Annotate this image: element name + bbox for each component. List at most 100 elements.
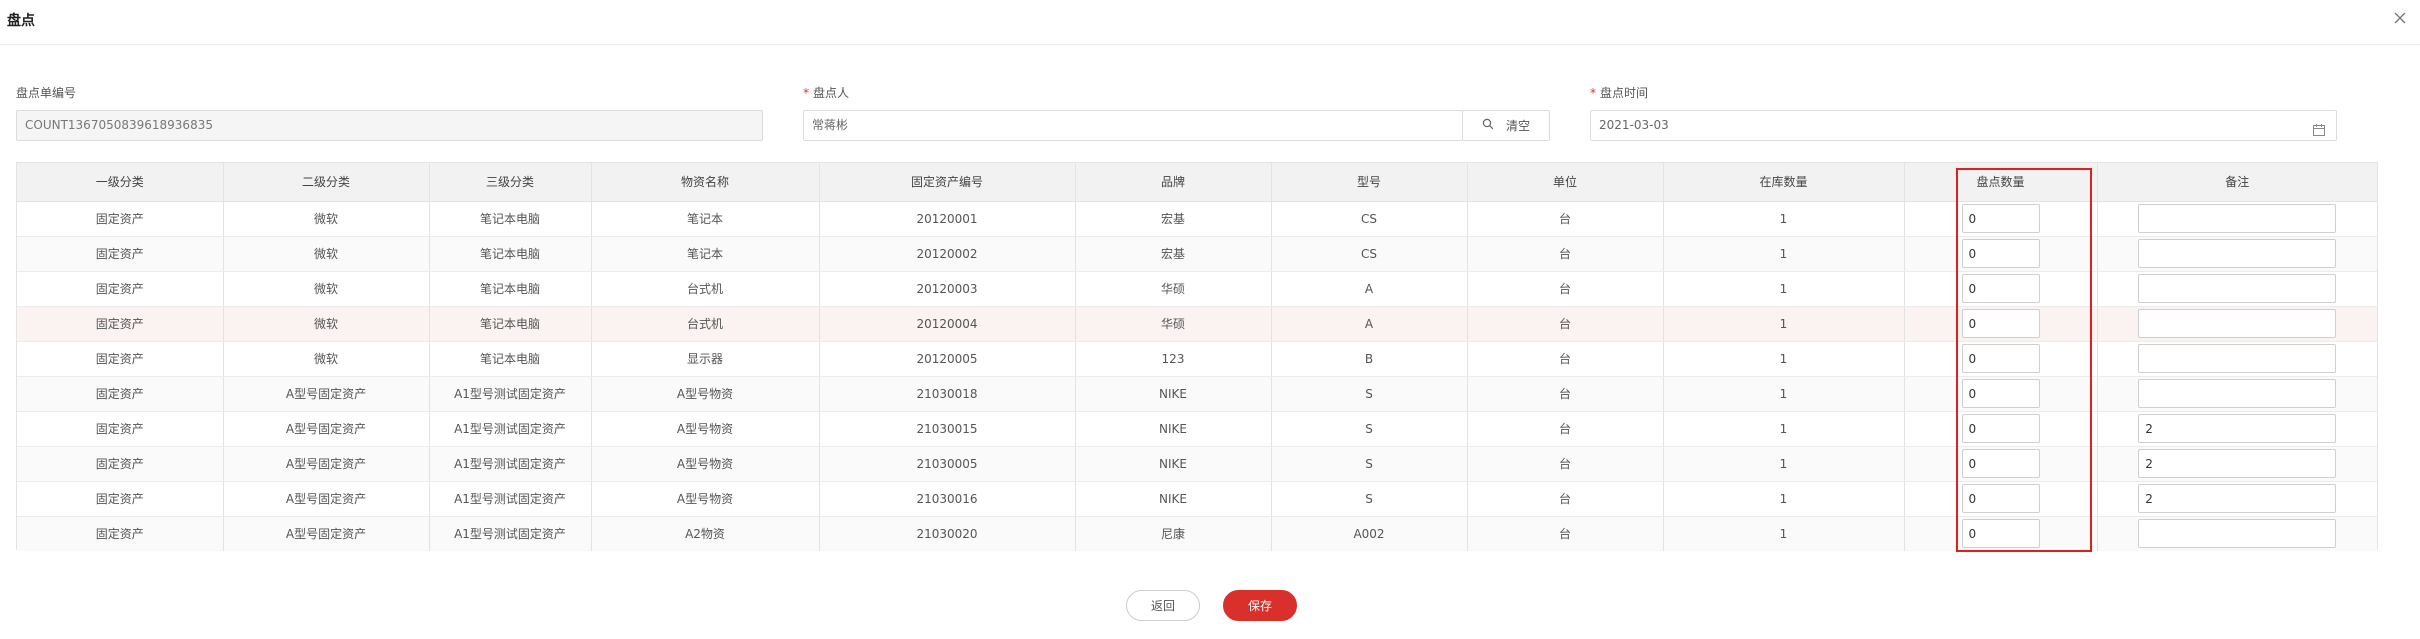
table-cell: 21030005 <box>819 446 1076 482</box>
remark-input[interactable] <box>2138 274 2337 303</box>
count-input[interactable] <box>1961 484 2040 513</box>
clear-label: 清空 <box>1505 119 1530 133</box>
table-cell: A2物资 <box>591 516 820 551</box>
count-cell <box>1904 376 2098 412</box>
col-header: 固定资产编号 <box>819 163 1076 202</box>
date-label: * 盘点时间 <box>1590 84 1648 101</box>
counter-label: * 盘点人 <box>803 84 849 101</box>
table-cell: 1 <box>1663 516 1905 551</box>
required-mark: * <box>803 86 809 100</box>
inventory-table: 一级分类 二级分类 三级分类 物资名称 固定资产编号 品牌 型号 单位 在库数量… <box>16 162 2378 551</box>
remark-cell <box>2097 341 2377 377</box>
remark-cell <box>2097 271 2377 307</box>
table-cell: A型号固定资产 <box>223 446 430 482</box>
count-dialog: 盘点 盘点单编号 COUNT1367050839618936835 * 盘点人 常… <box>0 0 2420 639</box>
table-cell: B <box>1271 341 1468 377</box>
count-input[interactable] <box>1961 519 2040 549</box>
table-row: 固定资产 A型号固定资产 A1型号测试固定资产 A型号物资 21030005 NIKE S 台… <box>17 446 2377 482</box>
table-cell: S <box>1271 481 1468 517</box>
counter-clear-button[interactable]: 清空 <box>1463 110 1550 141</box>
table-cell: CS <box>1271 236 1468 272</box>
table-cell: A1型号测试固定资产 <box>429 411 592 447</box>
table-cell: A1型号测试固定资产 <box>429 376 592 412</box>
counter-label-text: 盘点人 <box>813 86 850 100</box>
table-row: 固定资产 A型号固定资产 A1型号测试固定资产 A型号物资 21030016 NIKE S 台… <box>17 481 2377 517</box>
table-cell: 固定资产 <box>17 516 224 551</box>
table-cell: 1 <box>1663 306 1905 342</box>
table-cell: 123 <box>1075 341 1272 377</box>
table-cell: 台 <box>1467 341 1664 377</box>
table-row: 固定资产 A型号固定资产 A1型号测试固定资产 A2物资 21030020 尼康 A002 台… <box>17 516 2377 551</box>
remark-cell <box>2097 201 2377 237</box>
remark-cell <box>2097 306 2377 342</box>
table-row: 固定资产 A型号固定资产 A1型号测试固定资产 A型号物资 21030018 NIKE S 台… <box>17 376 2377 412</box>
table-cell: 21030015 <box>819 411 1076 447</box>
table-cell: 尼康 <box>1075 516 1272 551</box>
remark-input[interactable] <box>2138 449 2337 478</box>
table-cell: 台 <box>1467 306 1664 342</box>
table-cell: A <box>1271 306 1468 342</box>
remark-input[interactable] <box>2138 204 2337 233</box>
table-cell: 固定资产 <box>17 376 224 412</box>
table-cell: 笔记本 <box>591 236 820 272</box>
col-header: 三级分类 <box>429 163 592 202</box>
table-cell: 20120005 <box>819 341 1076 377</box>
col-header: 单位 <box>1467 163 1664 202</box>
save-button[interactable]: 保存 <box>1223 590 1297 621</box>
table-cell: 固定资产 <box>17 306 224 342</box>
count-input[interactable] <box>1961 344 2040 373</box>
remark-input[interactable] <box>2138 484 2337 513</box>
table-cell: 固定资产 <box>17 341 224 377</box>
count-input[interactable] <box>1961 274 2040 303</box>
count-input[interactable] <box>1961 379 2040 408</box>
count-input[interactable] <box>1961 309 2040 338</box>
dialog-title: 盘点 <box>7 13 35 29</box>
table-cell: 显示器 <box>591 341 820 377</box>
counter-field[interactable]: 常蒋彬 <box>803 110 1463 141</box>
table-cell: 固定资产 <box>17 271 224 307</box>
col-header: 盘点数量 <box>1904 163 2098 202</box>
calendar-icon[interactable] <box>2312 119 2326 136</box>
remark-input[interactable] <box>2138 239 2337 268</box>
table-cell: A型号物资 <box>591 446 820 482</box>
table-row: 固定资产 微软 笔记本电脑 台式机 20120003 华硕 A 台 1 <box>17 271 2377 307</box>
col-header: 一级分类 <box>17 163 224 202</box>
remark-input[interactable] <box>2138 414 2337 443</box>
table-cell: A1型号测试固定资产 <box>429 481 592 517</box>
table-cell: 1 <box>1663 341 1905 377</box>
table-row: 固定资产 微软 笔记本电脑 笔记本 20120001 宏基 CS 台 1 <box>17 201 2377 237</box>
table-cell: S <box>1271 446 1468 482</box>
col-header: 品牌 <box>1075 163 1272 202</box>
count-input[interactable] <box>1961 204 2040 233</box>
remark-input[interactable] <box>2138 519 2337 549</box>
count-input[interactable] <box>1961 414 2040 443</box>
table-cell: 1 <box>1663 201 1905 237</box>
table-cell: 台 <box>1467 481 1664 517</box>
search-icon <box>1482 118 1494 133</box>
table-cell: 21030020 <box>819 516 1076 551</box>
table-cell: 台式机 <box>591 271 820 307</box>
remark-input[interactable] <box>2138 309 2337 338</box>
table-cell: 固定资产 <box>17 411 224 447</box>
back-button[interactable]: 返回 <box>1126 590 1200 621</box>
table-row: 固定资产 微软 笔记本电脑 显示器 20120005 123 B 台 1 <box>17 341 2377 377</box>
table-cell: 笔记本电脑 <box>429 236 592 272</box>
table-row: 固定资产 微软 笔记本电脑 笔记本 20120002 宏基 CS 台 1 <box>17 236 2377 272</box>
table-cell: A型号固定资产 <box>223 516 430 551</box>
remark-input[interactable] <box>2138 379 2337 408</box>
table-cell: CS <box>1271 201 1468 237</box>
count-cell <box>1904 236 2098 272</box>
table-cell: NIKE <box>1075 481 1272 517</box>
count-input[interactable] <box>1961 239 2040 268</box>
close-icon[interactable] <box>2390 8 2410 28</box>
date-field[interactable]: 2021-03-03 <box>1590 110 2337 141</box>
remark-input[interactable] <box>2138 344 2337 373</box>
table-cell: 台 <box>1467 411 1664 447</box>
count-cell <box>1904 341 2098 377</box>
table-cell: A型号固定资产 <box>223 411 430 447</box>
table-cell: 21030018 <box>819 376 1076 412</box>
col-header: 备注 <box>2097 163 2377 202</box>
table-cell: A1型号测试固定资产 <box>429 446 592 482</box>
count-input[interactable] <box>1961 449 2040 478</box>
table-cell: 固定资产 <box>17 201 224 237</box>
